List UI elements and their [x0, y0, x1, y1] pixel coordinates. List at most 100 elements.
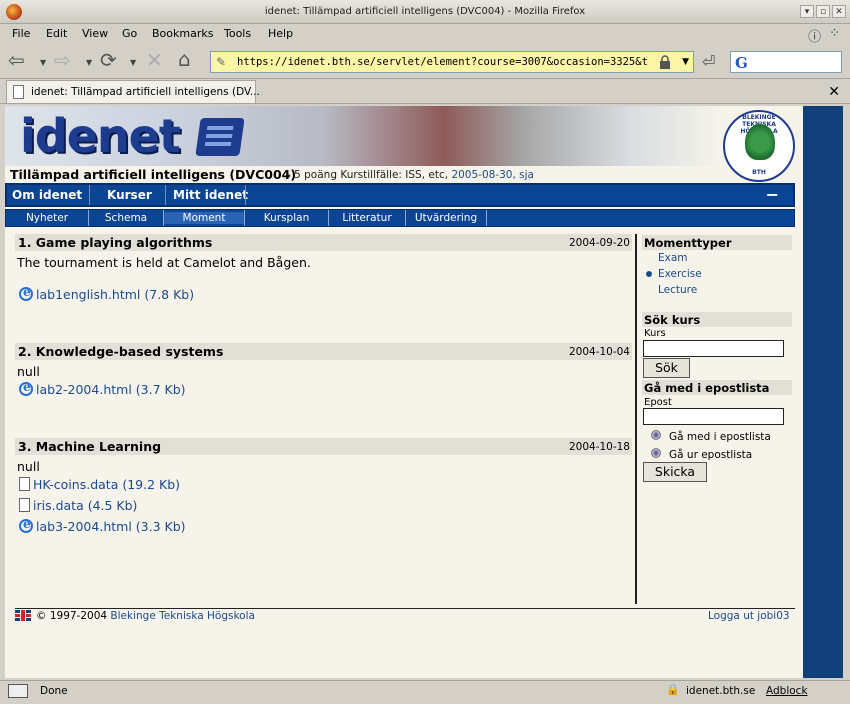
subnav-nyheter[interactable]: Nyheter [6, 212, 88, 224]
ie-html-icon [19, 380, 33, 396]
sok-button[interactable]: Sök [643, 358, 690, 378]
section-text: null [17, 364, 40, 379]
course-subtitle-text: - 5 poäng Kurstillfälle: ISS, etc, [287, 169, 449, 181]
address-bar[interactable]: ✎ https://idenet.bth.se/servlet/element?… [210, 51, 694, 73]
course-title: Tillämpad artificiell intelligens (DVC00… [10, 167, 297, 182]
leave-radio-label: Gå ur epostlista [669, 449, 753, 461]
file-name[interactable]: iris.data (4.5 Kb) [33, 498, 137, 513]
subnav-litteratur[interactable]: Litteratur [329, 212, 405, 224]
padlock-icon[interactable] [659, 55, 671, 69]
main-nav: Om idenet Kurser Mitt idenet − [5, 183, 795, 207]
momenttyp-lecture[interactable]: Lecture [658, 284, 697, 296]
section-title: 2. Knowledge-based systems [18, 344, 224, 359]
collapse-icon[interactable]: − [766, 185, 779, 204]
nav-separator [165, 185, 166, 205]
subnav-moment[interactable]: Moment [164, 212, 244, 224]
go-icon[interactable]: ⏎ [702, 52, 715, 71]
kurs-label: Kurs [644, 328, 666, 339]
logout-link[interactable]: Logga ut jobi03 [708, 610, 790, 622]
section-header: 3. Machine Learning 2004-10-18 [15, 438, 632, 455]
file-link[interactable]: lab3-2004.html (3.3 Kb) [19, 517, 186, 534]
adblock-link[interactable]: Adblock [766, 685, 808, 697]
copyright: © 1997-2004 Blekinge Tekniska Högskola [36, 610, 255, 622]
selected-bullet-icon [646, 271, 652, 277]
skicka-button[interactable]: Skicka [643, 462, 707, 482]
status-host: idenet.bth.se [686, 685, 756, 697]
file-name[interactable]: lab2-2004.html (3.7 Kb) [36, 382, 186, 397]
idenet-logo[interactable]: idenet [20, 110, 181, 162]
section-header: 1. Game playing algorithms 2004-09-20 [15, 234, 632, 251]
page-right-strip [803, 106, 843, 678]
section-title: 1. Game playing algorithms [18, 235, 213, 250]
tab-current[interactable]: idenet: Tillämpad artificiell intelligen… [6, 80, 260, 103]
file-name[interactable]: HK-coins.data (19.2 Kb) [33, 477, 180, 492]
google-icon[interactable]: G [735, 54, 748, 72]
bth-seal-logo[interactable]: BLEKINGE TEKNISKA HÖGSKOLA BTH [723, 110, 795, 182]
file-link[interactable]: lab2-2004.html (3.7 Kb) [19, 380, 186, 397]
menu-bar: File Edit View Go Bookmarks Tools Help ⓘ… [0, 24, 850, 45]
forward-arrow-icon[interactable]: ⇨ [54, 50, 71, 70]
menu-view[interactable]: View [82, 27, 108, 40]
url-dropdown-icon[interactable]: ▼ [682, 57, 689, 67]
section-text: The tournament is held at Camelot and Bå… [17, 255, 311, 270]
momenttyper-heading: Momenttyper [642, 235, 792, 250]
reload-dropdown-icon[interactable]: ▼ [130, 58, 136, 67]
momenttyp-exercise[interactable]: Exercise [658, 268, 702, 280]
nav-separator [89, 185, 90, 205]
leave-radio[interactable] [651, 448, 661, 458]
join-radio[interactable] [651, 430, 661, 440]
back-arrow-icon[interactable]: ⇦ [8, 50, 25, 70]
join-radio-label: Gå med i epostlista [669, 431, 771, 443]
course-occasion-link[interactable]: 2005-08-30, sja [451, 169, 534, 181]
home-icon[interactable]: ⌂ [178, 49, 191, 69]
subnav-separator [486, 210, 487, 226]
site-icon: ✎ [216, 55, 227, 69]
file-link[interactable]: iris.data (4.5 Kb) [19, 498, 137, 513]
nav-kurser[interactable]: Kurser [107, 188, 152, 202]
section-header: 2. Knowledge-based systems 2004-10-04 [15, 343, 632, 360]
footer-divider [15, 608, 795, 609]
menu-tools[interactable]: Tools [224, 27, 251, 40]
file-name[interactable]: lab3-2004.html (3.3 Kb) [36, 519, 186, 534]
forward-dropdown-icon[interactable]: ▼ [86, 58, 92, 67]
close-tab-icon[interactable]: ✕ [828, 84, 840, 100]
file-link[interactable]: HK-coins.data (19.2 Kb) [19, 477, 180, 492]
menu-bookmarks[interactable]: Bookmarks [152, 27, 213, 40]
copyright-text: © 1997-2004 [36, 610, 108, 622]
course-subtitle: - 5 poäng Kurstillfälle: ISS, etc, 2005-… [287, 169, 534, 181]
window-title: idenet: Tillämpad artificiell intelligen… [264, 6, 586, 17]
stop-icon[interactable]: ✕ [146, 50, 163, 70]
nav-mitt-idenet[interactable]: Mitt idenet [173, 188, 248, 202]
minimize-button[interactable]: ▾ [800, 5, 814, 18]
uk-flag-icon[interactable] [15, 610, 31, 621]
seal-abbrev: BTH [752, 169, 766, 176]
search-box[interactable]: G [730, 51, 842, 73]
kurs-search-input[interactable] [643, 340, 784, 357]
momenttyp-exam[interactable]: Exam [658, 252, 688, 264]
column-divider [635, 234, 637, 604]
subnav-utvardering[interactable]: Utvärdering [406, 212, 486, 224]
bth-link[interactable]: Blekinge Tekniska Högskola [110, 610, 255, 622]
nav-om-idenet[interactable]: Om idenet [12, 188, 82, 202]
info-icon[interactable]: ⓘ [808, 26, 821, 45]
back-dropdown-icon[interactable]: ▼ [40, 58, 46, 67]
tree-icon [745, 124, 775, 160]
reload-icon[interactable]: ⟳ [100, 50, 117, 70]
secure-lock-icon[interactable]: 🔒 [666, 683, 680, 696]
close-window-button[interactable]: ✕ [832, 5, 846, 18]
section-title: 3. Machine Learning [18, 439, 162, 454]
menu-file[interactable]: File [12, 27, 30, 40]
epost-input[interactable] [643, 408, 784, 425]
file-link[interactable]: lab1english.html (7.8 Kb) [19, 285, 194, 302]
address-url[interactable]: https://idenet.bth.se/servlet/element?co… [237, 56, 647, 68]
file-name[interactable]: lab1english.html (7.8 Kb) [36, 287, 194, 302]
sub-nav: Nyheter Schema Moment Kursplan Litteratu… [5, 209, 795, 227]
subnav-kursplan[interactable]: Kursplan [245, 212, 328, 224]
menu-go[interactable]: Go [122, 27, 137, 40]
status-monitor-icon [8, 684, 28, 698]
menu-edit[interactable]: Edit [46, 27, 67, 40]
subnav-schema[interactable]: Schema [89, 212, 163, 224]
maximize-button[interactable]: ▫ [816, 5, 830, 18]
menu-help[interactable]: Help [268, 27, 293, 40]
books-logo-icon [195, 118, 245, 156]
